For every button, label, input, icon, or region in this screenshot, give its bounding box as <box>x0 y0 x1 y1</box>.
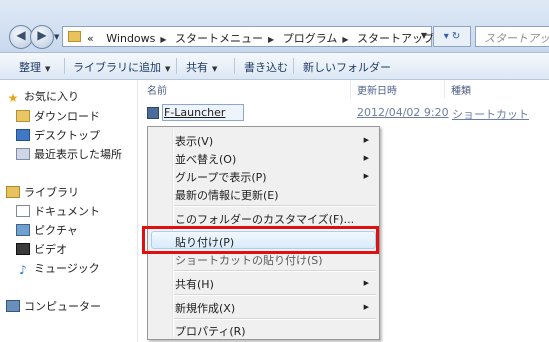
file-modified: 2012/04/02 9:20 <box>357 106 449 119</box>
forward-arrow-icon: ▶ <box>37 28 47 42</box>
toolbar-divider <box>64 58 65 74</box>
sidebar-item-desktop[interactable]: デスクトップ <box>16 127 100 143</box>
address-field[interactable]: « Windows ▶ スタートメニュー ▶ プログラム ▶ スタートアップ ▼ <box>62 26 434 47</box>
table-row[interactable]: F-Launcher 2012/04/02 9:20 ショートカット <box>144 104 536 122</box>
sidebar-item-computer[interactable]: コンピューター <box>6 298 101 314</box>
column-header-name[interactable]: 名前 <box>147 82 167 97</box>
share-button[interactable]: 共有 ▼ <box>186 59 217 75</box>
breadcrumb-programs[interactable]: プログラム <box>283 32 338 45</box>
menu-item-refresh[interactable]: 最新の情報に更新(E) <box>175 187 279 203</box>
chevron-down-icon: ▼ <box>212 65 218 73</box>
sidebar-item-recent[interactable]: 最近表示した場所 <box>16 146 122 162</box>
burn-button[interactable]: 書き込む <box>244 59 288 75</box>
new-folder-button[interactable]: 新しいフォルダー <box>303 59 391 75</box>
column-header-modified[interactable]: 更新日時 <box>357 82 397 97</box>
sidebar-item-videos[interactable]: ビデオ <box>16 241 67 257</box>
sidebar-item-favorites[interactable]: ★ お気に入り <box>6 88 79 104</box>
back-arrow-icon: ◀ <box>16 28 26 42</box>
music-note-icon: ♪ <box>19 263 27 277</box>
highlight-frame <box>142 226 379 254</box>
chevron-down-icon: ▼ <box>45 65 51 73</box>
menu-item-new[interactable]: 新規作成(X) <box>175 300 235 316</box>
documents-icon <box>16 205 30 217</box>
videos-icon <box>16 243 30 255</box>
downloads-folder-icon <box>16 110 30 122</box>
recent-pages-dropdown-icon[interactable]: ▼ <box>54 33 59 41</box>
menu-item-properties[interactable]: プロパティ(R) <box>175 323 246 339</box>
star-icon: ★ <box>7 91 19 105</box>
menu-item-paste-shortcut[interactable]: ショートカットの貼り付け(S) <box>175 252 323 268</box>
navigation-pane: ★ お気に入り ダウンロード デスクトップ 最近表示した場所 ライブラリ ドキュメ… <box>0 80 138 342</box>
forward-button[interactable]: ▶ <box>30 25 54 49</box>
chevron-down-icon: ▼ <box>165 65 171 73</box>
menu-separator <box>174 270 376 272</box>
search-placeholder: スタートアップ <box>484 32 549 45</box>
submenu-arrow-icon: ▶ <box>363 154 369 162</box>
folder-icon <box>68 31 81 42</box>
recent-places-icon <box>16 148 30 160</box>
submenu-arrow-icon: ▶ <box>363 303 369 311</box>
sidebar-item-documents[interactable]: ドキュメント <box>16 203 100 219</box>
desktop-icon <box>16 129 30 141</box>
menu-item-share[interactable]: 共有(H) <box>175 276 214 292</box>
sidebar-item-downloads[interactable]: ダウンロード <box>16 108 100 124</box>
breadcrumb-start-menu[interactable]: スタートメニュー <box>175 32 263 45</box>
column-header-type[interactable]: 種類 <box>451 82 471 97</box>
refresh-button[interactable]: ▾ ↻ <box>433 26 471 47</box>
submenu-arrow-icon: ▶ <box>363 172 369 180</box>
search-input[interactable]: スタートアップ <box>475 26 549 47</box>
chevron-right-icon[interactable]: ▶ <box>160 35 166 44</box>
breadcrumb-windows[interactable]: Windows <box>106 32 155 45</box>
menu-separator <box>174 318 376 320</box>
column-divider[interactable] <box>350 80 351 98</box>
library-icon <box>6 186 20 198</box>
menu-item-view[interactable]: 表示(V) <box>175 133 375 149</box>
submenu-arrow-icon: ▶ <box>363 136 369 144</box>
breadcrumb: « Windows ▶ スタートメニュー ▶ プログラム ▶ スタートアップ <box>87 30 434 46</box>
menu-item-sort[interactable]: 並べ替え(O) <box>175 151 236 167</box>
sidebar-item-pictures[interactable]: ピクチャ <box>16 222 78 238</box>
pictures-icon <box>16 224 30 236</box>
sidebar-item-libraries[interactable]: ライブラリ <box>6 184 79 200</box>
chevron-right-icon[interactable]: ▶ <box>342 35 348 44</box>
file-name[interactable]: F-Launcher <box>164 106 225 119</box>
refresh-icon: ▾ ↻ <box>443 31 461 42</box>
computer-icon <box>6 300 20 312</box>
command-bar: 整理 ▼ ライブラリに追加 ▼ 共有 ▼ 書き込む 新しいフォルダー <box>0 53 549 80</box>
chevron-right-icon[interactable]: ▶ <box>268 35 274 44</box>
toolbar-divider <box>293 58 294 74</box>
menu-separator <box>174 294 376 296</box>
column-divider[interactable] <box>444 80 445 98</box>
file-type: ショートカット <box>452 108 529 121</box>
address-dropdown-icon[interactable]: ▼ <box>421 31 427 40</box>
chevrons-icon[interactable]: « <box>87 32 94 45</box>
toolbar-divider <box>234 58 235 74</box>
add-to-library-button[interactable]: ライブラリに追加 ▼ <box>73 59 170 75</box>
menu-item-customize[interactable]: このフォルダーのカスタマイズ(F)... <box>175 211 354 227</box>
menu-separator <box>174 205 376 207</box>
submenu-arrow-icon: ▶ <box>363 279 369 287</box>
address-bar-area: ◀ ▶ ▼ « Windows ▶ スタートメニュー ▶ プログラム ▶ スタートアッ… <box>0 0 549 53</box>
organize-button[interactable]: 整理 ▼ <box>19 59 50 75</box>
shortcut-file-icon <box>147 107 159 119</box>
toolbar-divider <box>176 58 177 74</box>
menu-item-group[interactable]: グループで表示(P) <box>175 169 267 185</box>
sidebar-item-music[interactable]: ♪ ミュージック <box>16 260 100 276</box>
